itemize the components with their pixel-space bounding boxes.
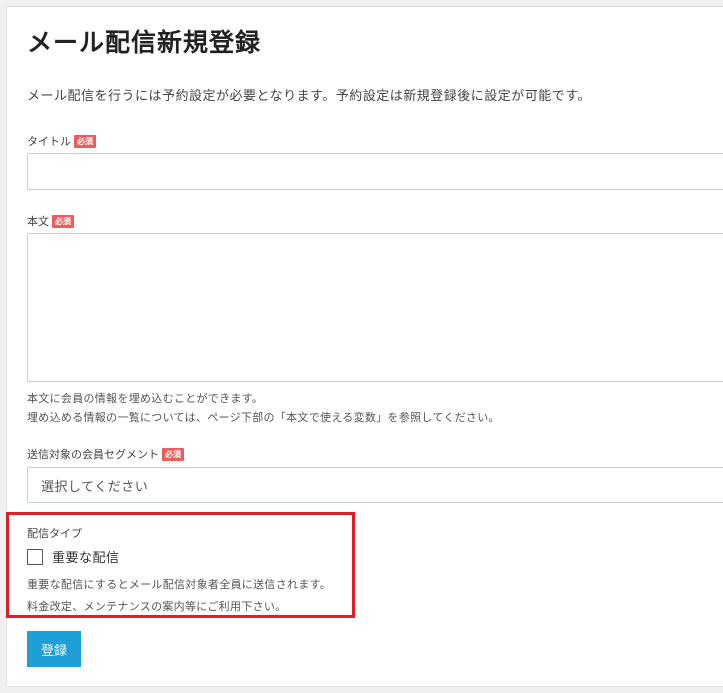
segment-label-text: 送信対象の会員セグメント — [27, 448, 159, 461]
body-textarea[interactable] — [27, 233, 723, 382]
body-label: 本文 必須 — [27, 213, 74, 229]
segment-label: 送信対象の会員セグメント 必須 — [27, 446, 184, 462]
submit-button[interactable]: 登録 — [27, 631, 81, 667]
title-input[interactable] — [27, 153, 723, 190]
title-label-text: タイトル — [27, 135, 71, 148]
title-label: タイトル 必須 — [27, 133, 96, 149]
body-label-text: 本文 — [27, 215, 49, 228]
body-help-2: 埋め込める情報の一覧については、ページ下部の「本文で使える変数」を参照してくださ… — [27, 411, 500, 424]
segment-select-value: 選択してください — [41, 479, 149, 495]
required-badge: 必須 — [52, 214, 74, 228]
intro-text: メール配信を行うには予約設定が必要となります。予約設定は新規登録後に設定が可能で… — [27, 89, 592, 104]
highlight-box — [6, 512, 355, 618]
required-badge: 必須 — [74, 134, 96, 148]
body-help-1: 本文に会員の情報を埋め込むことができます。 — [27, 392, 264, 405]
page-title: メール配信新規登録 — [27, 28, 262, 57]
segment-select[interactable]: 選択してください — [27, 467, 723, 503]
required-badge: 必須 — [162, 447, 184, 461]
